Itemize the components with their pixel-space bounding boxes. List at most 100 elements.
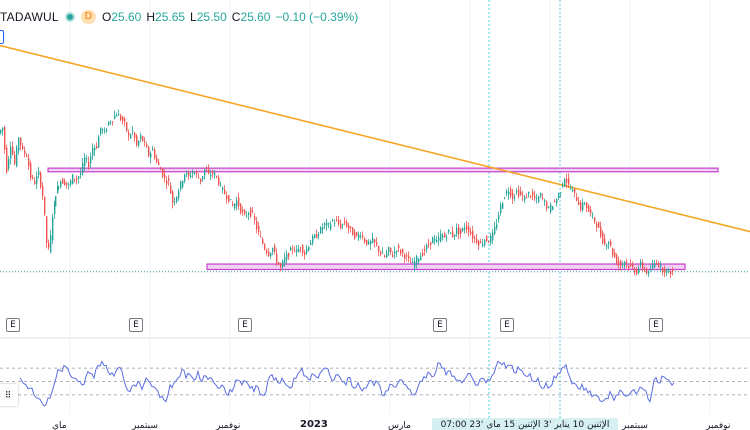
open-value: 25.60 [111,10,142,24]
chart-canvas[interactable] [0,0,750,430]
candle-down [42,185,44,196]
earnings-badge[interactable]: E [6,318,20,332]
interval-badge[interactable]: D [80,10,96,24]
candle-up [412,261,414,263]
candle-up [306,248,308,254]
candle-down [458,226,460,235]
candle-up [416,255,418,264]
candle-up [308,246,310,251]
earnings-badge[interactable]: E [500,318,514,332]
time-axis-label: مارس [388,421,411,430]
candle-down [604,238,606,245]
candle-up [324,223,326,226]
time-axis-label: نوفمبر [706,421,731,430]
candle-up [560,192,562,194]
candle-down [212,171,214,174]
candle-up [0,129,2,134]
candle-up [368,241,370,244]
symbol-name[interactable]: TADAWUL [0,10,59,24]
candle-up [648,271,650,274]
candle-down [400,250,402,254]
time-axis-label: سبتمبر [132,421,158,430]
candle-down [260,236,262,238]
candle-up [382,252,384,254]
candle-down [366,239,368,245]
candle-up [584,203,586,205]
candle-down [142,136,144,142]
candle-down [22,145,24,149]
candle-down [336,219,338,221]
candle-down [344,221,346,224]
candle-up [456,227,458,234]
candle-down [158,161,160,165]
candle-down [44,196,46,215]
candle-down [620,260,622,266]
candle-down [14,154,16,164]
candle-down [218,177,220,185]
candle-up [94,147,96,151]
earnings-badge[interactable]: E [433,318,447,332]
candle-up [650,270,652,272]
candle-up [174,201,176,202]
candle-down [278,262,280,265]
trendline-anchor-handle[interactable] [0,30,4,44]
candle-up [386,252,388,258]
candle-up [666,269,668,273]
candle-down [642,262,644,269]
candle-up [84,157,86,166]
candle-up [178,191,180,198]
candle-up [50,235,52,253]
earnings-badge[interactable]: E [238,318,252,332]
candle-up [314,234,316,238]
candle-down [304,252,306,255]
candle-down [256,221,258,230]
candle-down [662,267,664,273]
chart-workspace[interactable]: TADAWUL D O25.60 H25.65 L25.50 C25.60 −0… [0,0,750,430]
candle-down [48,242,50,248]
candle-up [668,269,670,271]
earnings-badge[interactable]: E [129,318,143,332]
candle-down [276,253,278,264]
candle-up [360,236,362,238]
candle-down [338,220,340,225]
candle-up [236,200,238,207]
candle-down [486,235,488,242]
candle-down [646,269,648,274]
candle-down [590,209,592,214]
earnings-badge[interactable]: E [649,318,663,332]
candle-down [40,172,42,188]
oscillator-pane-handle[interactable]: ⠿ [0,384,18,406]
candle-down [402,249,404,253]
candle-down [250,208,252,217]
candle-down [122,117,124,122]
candle-down [658,262,660,267]
candle-down [264,244,266,250]
candle-down [66,182,68,185]
candle-down [126,122,128,131]
candle-up [448,229,450,232]
candle-down [478,240,480,246]
candle-up [132,130,134,132]
candle-down [408,255,410,259]
candle-down [62,178,64,184]
candle-up [318,234,320,236]
candle-down [568,178,570,185]
candle-up [290,247,292,251]
candle-up [230,199,232,201]
candle-down [410,262,412,264]
candle-up [388,247,390,253]
candle-down [610,241,612,246]
candle-up [322,227,324,230]
low-label: L [190,10,197,24]
candle-down [576,197,578,201]
candle-down [200,178,202,182]
candle-down [428,243,430,245]
open-label: O [101,10,112,24]
candle-up [90,156,92,164]
oscillator-line [19,360,675,407]
candle-down [614,252,616,258]
candle-down [128,132,130,136]
ohlc-values: O25.60 H25.65 L25.50 C25.60 −0.10 (−0.39… [102,10,358,24]
candle-up [282,261,284,267]
candle-up [334,222,336,224]
